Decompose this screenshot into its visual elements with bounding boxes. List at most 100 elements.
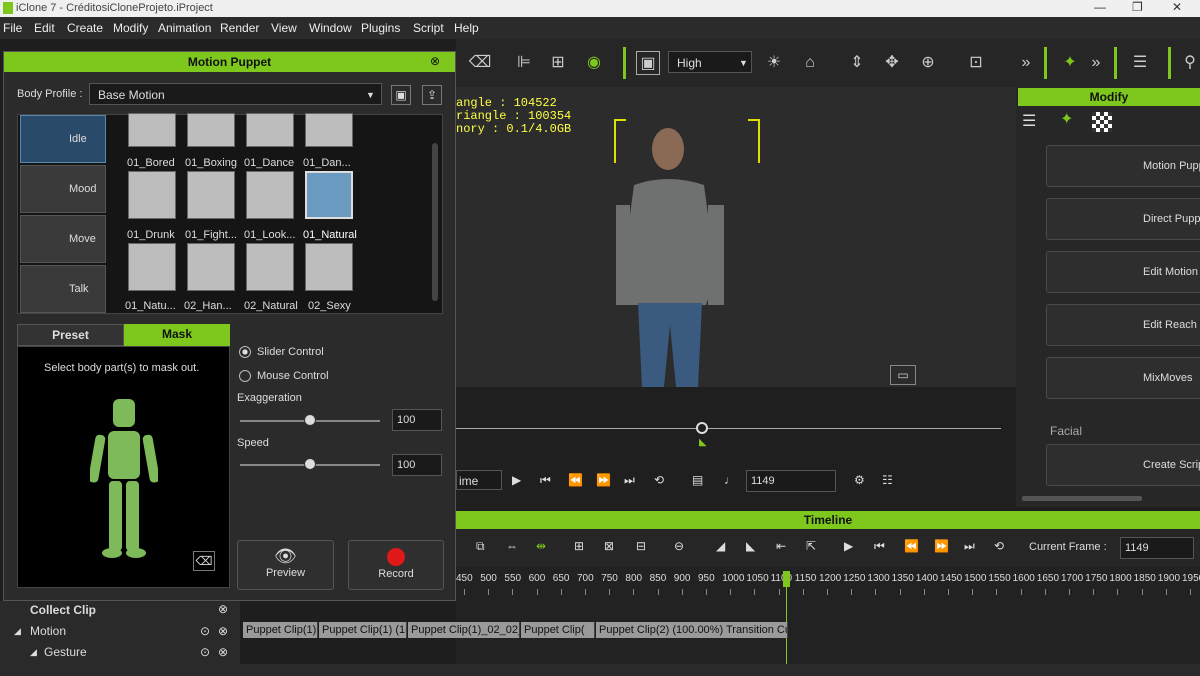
tl-skip-start-icon[interactable]: ⏮ (874, 539, 885, 554)
menu-help[interactable]: Help (454, 21, 479, 35)
category-move[interactable]: Move (20, 215, 106, 263)
preset-thumb[interactable] (246, 171, 294, 219)
mouse-control-radio[interactable] (239, 370, 251, 382)
eraser-icon[interactable]: ⌫ (193, 551, 215, 571)
align-icon[interactable]: ⊞ (546, 51, 570, 75)
music-icon[interactable]: ♩ (724, 473, 736, 487)
puppet-clip[interactable]: Puppet Clip( (521, 622, 595, 638)
eye-icon[interactable]: ◉ (582, 51, 606, 75)
eraser-icon[interactable]: ⌫ (468, 51, 492, 75)
slider-control-radio[interactable] (239, 346, 251, 358)
modify-scrollbar[interactable] (1022, 496, 1142, 501)
create-script-button[interactable]: Create Scrip (1046, 444, 1200, 486)
tab-mask[interactable]: Mask (124, 324, 230, 346)
minimize-icon[interactable]: — (1094, 0, 1106, 14)
speed-input[interactable]: 100 (392, 454, 442, 476)
preset-thumb[interactable] (187, 113, 235, 147)
rewind-icon[interactable]: ⏪ (568, 473, 583, 487)
delete-icon[interactable]: ⊠ (604, 539, 614, 553)
preset-thumb-selected[interactable] (305, 171, 353, 219)
preset-thumb[interactable] (128, 171, 176, 219)
stretch-icon[interactable]: ⇔ (506, 539, 518, 553)
sun-icon[interactable]: ☀ (762, 51, 786, 75)
body-mask-figure[interactable] (90, 399, 158, 559)
menu-script[interactable]: Script (413, 21, 444, 35)
menu-file[interactable]: File (3, 21, 22, 35)
quality-select[interactable]: High ▼ (668, 51, 752, 73)
expand-icon[interactable]: ◢ (30, 647, 37, 658)
break-icon[interactable]: ⊟ (636, 539, 646, 553)
tl-rewind-icon[interactable]: ⏪ (904, 539, 919, 553)
menu-view[interactable]: View (271, 21, 297, 35)
close-track-icon[interactable]: ⊗ (218, 602, 228, 616)
more-icon[interactable]: » (1014, 51, 1038, 75)
export-icon[interactable]: ⇱ (806, 539, 816, 553)
close-track-icon[interactable]: ⊗ (218, 645, 228, 659)
edit-motion-button[interactable]: Edit Motion (1046, 251, 1200, 293)
3d-viewport[interactable]: angle : 104522 riangle : 100354 nory : 0… (456, 87, 1016, 387)
playhead[interactable] (783, 571, 790, 587)
menu-render[interactable]: Render (220, 21, 259, 35)
insert-icon[interactable]: ⊞ (574, 539, 584, 553)
mixmoves-button[interactable]: MixMoves (1046, 357, 1200, 399)
exaggeration-input[interactable]: 100 (392, 409, 442, 431)
menu-modify[interactable]: Modify (113, 21, 148, 35)
direct-puppet-button[interactable]: Direct Pupp (1046, 198, 1200, 240)
tl-loop-icon[interactable]: ⟲ (994, 539, 1004, 553)
skip-start-icon[interactable]: ⏮ (540, 473, 551, 488)
more-icon-2[interactable]: » (1084, 51, 1108, 75)
preset-thumb[interactable] (128, 113, 176, 147)
tl-forward-icon[interactable]: ⏩ (934, 539, 949, 553)
record-button[interactable]: Record (348, 540, 444, 590)
frame-input[interactable]: 1149 (746, 470, 836, 492)
motion-puppet-button[interactable]: Motion Pupp (1046, 145, 1200, 187)
save-icon[interactable]: ▣ (391, 85, 411, 105)
body-profile-select[interactable]: Base Motion ▼ (89, 83, 382, 105)
tab-preset[interactable]: Preset (17, 324, 124, 346)
timeline-scrollbar[interactable] (240, 664, 1200, 676)
settings-icon[interactable]: ☰ (1128, 51, 1152, 75)
play-icon[interactable]: ▶ (512, 473, 521, 487)
close-icon[interactable]: ✕ (1172, 0, 1182, 14)
prev-key-icon[interactable]: ◢ (716, 539, 725, 553)
exaggeration-knob[interactable] (304, 414, 316, 426)
checker-icon[interactable] (1092, 112, 1112, 132)
expand-icon[interactable]: ◢ (14, 626, 21, 637)
zoom-out-icon[interactable]: ⊖ (674, 539, 684, 553)
sliders-icon[interactable]: ☰ (1022, 111, 1036, 131)
tl-play-icon[interactable]: ▶ (844, 539, 853, 553)
time-mode-field[interactable]: ime (456, 470, 502, 490)
menu-edit[interactable]: Edit (34, 21, 55, 35)
skip-end-icon[interactable]: ⏭ (624, 473, 635, 488)
preset-thumb[interactable] (305, 243, 353, 291)
time-slider[interactable] (456, 428, 1001, 429)
next-key-icon[interactable]: ◣ (746, 539, 755, 553)
check-icon[interactable]: ⊙ (200, 645, 210, 659)
subtitle-icon[interactable]: ▤ (692, 473, 703, 487)
preset-thumb[interactable] (305, 113, 353, 147)
preset-thumb[interactable] (246, 243, 294, 291)
character-figure[interactable] (616, 125, 726, 387)
puppet-icon[interactable]: ✦ (1058, 51, 1082, 75)
list-icon[interactable]: ☷ (882, 473, 893, 487)
check-icon[interactable]: ⊙ (200, 624, 210, 638)
preview-button[interactable]: 👁 Preview (237, 540, 334, 590)
gear-icon[interactable]: ⚙ (854, 473, 865, 487)
close-dialog-icon[interactable]: ⊗ (430, 54, 440, 68)
time-slider-knob[interactable] (696, 422, 708, 434)
menu-animation[interactable]: Animation (158, 21, 211, 35)
menu-plugins[interactable]: Plugins (361, 21, 400, 35)
search-icon[interactable]: ⚲ (1178, 51, 1200, 75)
puppet-clip[interactable]: Puppet Clip(1) (1( (319, 622, 407, 638)
tl-skip-end-icon[interactable]: ⏭ (964, 539, 975, 554)
menu-window[interactable]: Window (309, 21, 352, 35)
current-frame-input[interactable]: 1149 (1120, 537, 1194, 559)
align-left-icon[interactable]: ⊫ (512, 51, 536, 75)
edit-reach-button[interactable]: Edit Reach (1046, 304, 1200, 346)
comment-icon[interactable]: ▭ (890, 365, 916, 385)
timeline-ruler[interactable]: 450 500 550 600 650 700 750 800 850 900 950 1000 105… (456, 567, 1200, 601)
pivot-icon[interactable]: ⊕ (916, 51, 940, 75)
preset-scrollbar[interactable] (432, 143, 438, 301)
preset-thumb[interactable] (128, 243, 176, 291)
camera-view-icon[interactable]: ▣ (636, 51, 660, 75)
